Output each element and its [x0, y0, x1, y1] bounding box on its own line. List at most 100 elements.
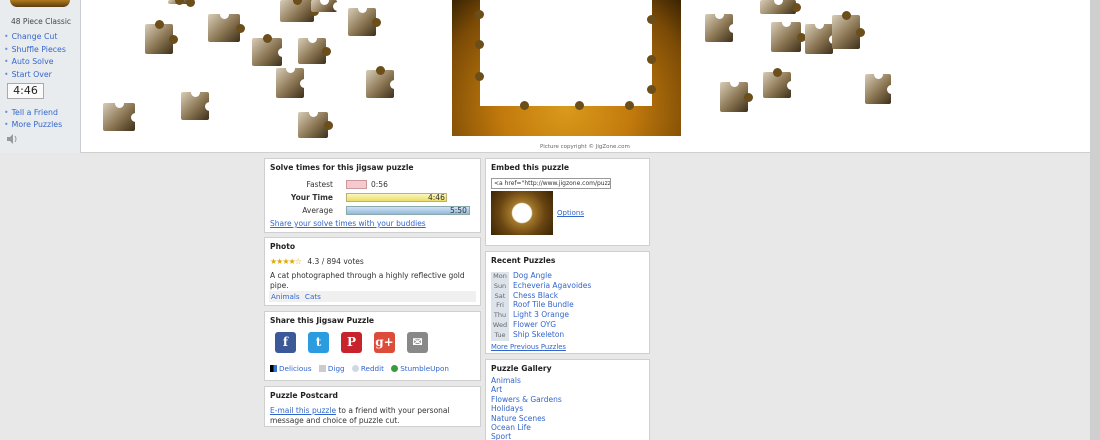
sound-icon[interactable]: [6, 134, 18, 144]
puzzle-piece[interactable]: [760, 0, 801, 14]
auto-solve-link[interactable]: • Auto Solve: [4, 56, 66, 69]
puzzle-piece[interactable]: [763, 68, 796, 98]
puzzle-play-area[interactable]: 48 Piece Classic • Change Cut • Shuffle Pi…: [0, 0, 1090, 153]
recent-puzzle-name: Ship Skeleton: [513, 329, 565, 339]
puzzle-piece[interactable]: [280, 0, 319, 22]
recent-puzzle-item[interactable]: Fri Roof Tile Bundle: [491, 300, 644, 312]
puzzle-piece[interactable]: [805, 20, 838, 54]
tell-a-friend-link[interactable]: • Tell a Friend: [4, 107, 62, 119]
delicious-label: Delicious: [279, 364, 312, 373]
recent-puzzle-item[interactable]: Thu Light 3 Orange: [491, 310, 644, 321]
facebook-icon[interactable]: f: [275, 332, 296, 353]
puzzle-piece[interactable]: [366, 66, 399, 98]
piece-knob: [792, 3, 801, 12]
gallery-category-link[interactable]: Nature Scenes: [491, 414, 644, 423]
more-previous-puzzles-link[interactable]: More Previous Puzzles: [491, 343, 644, 351]
puzzle-piece[interactable]: [252, 34, 287, 66]
share-panel: Share this Jigsaw Puzzle f t Pg+ ✉ Deliciou…: [264, 311, 481, 381]
start-over-link[interactable]: • Start Over: [4, 69, 66, 82]
solve-bar: [346, 180, 367, 189]
puzzle-menu: • Change Cut • Shuffle Pieces • Auto Solve …: [4, 31, 66, 81]
bullet-icon: •: [4, 57, 9, 66]
puzzle-piece[interactable]: [771, 18, 806, 52]
gallery-category-link[interactable]: Ocean Life: [491, 423, 644, 432]
pinterest-icon[interactable]: P: [341, 332, 362, 353]
email-puzzle-link[interactable]: E-mail this puzzle: [270, 406, 336, 415]
puzzle-piece[interactable]: [145, 20, 178, 54]
puzzle-piece[interactable]: [103, 99, 140, 131]
delicious-link[interactable]: Delicious: [270, 364, 312, 373]
tag-cats[interactable]: Cats: [305, 292, 321, 301]
digg-link[interactable]: Digg: [318, 364, 345, 373]
piece-knob: [730, 78, 739, 87]
piece-knob: [390, 80, 399, 89]
digg-label: Digg: [327, 364, 345, 373]
puzzle-piece[interactable]: [865, 70, 896, 104]
recent-puzzle-name: Light 3 Orange: [513, 310, 569, 320]
piece-knob: [322, 47, 331, 56]
postcard-text: E-mail this puzzle to a friend with your…: [270, 406, 475, 426]
rating-stars-icon[interactable]: ★★★★☆: [270, 257, 302, 266]
twitter-icon[interactable]: t: [308, 332, 329, 353]
bullet-icon: •: [4, 69, 9, 79]
recent-puzzle-item[interactable]: Tue Ship Skeleton: [491, 329, 644, 341]
tag-animals[interactable]: Animals: [271, 292, 300, 301]
email-icon[interactable]: ✉: [407, 332, 428, 353]
puzzle-piece[interactable]: [208, 10, 245, 42]
puzzle-piece[interactable]: [832, 11, 865, 49]
recent-list: Mon Dog Angle Sun Echeveria Agavoides Sat Che…: [491, 271, 644, 341]
piece-knob: [186, 0, 195, 7]
puzzle-piece[interactable]: [348, 4, 381, 36]
board-knob: [647, 85, 656, 94]
gallery-category-link[interactable]: Holidays: [491, 404, 644, 413]
bullet-icon: •: [4, 44, 9, 54]
shuffle-pieces-link[interactable]: • Shuffle Pieces: [4, 44, 66, 57]
recent-puzzle-item[interactable]: Wed Flower OYG: [491, 320, 644, 331]
solve-value: 5:50: [450, 206, 467, 215]
puzzle-piece[interactable]: [311, 0, 342, 12]
puzzle-piece[interactable]: [168, 0, 195, 7]
puzzle-piece[interactable]: [276, 64, 309, 98]
recent-puzzle-item[interactable]: Mon Dog Angle: [491, 271, 644, 282]
start-over-label: Start Over: [11, 69, 52, 79]
share-solve-times-link[interactable]: Share your solve times with your buddies: [270, 219, 426, 228]
more-puzzles-link[interactable]: • More Puzzles: [4, 119, 62, 131]
recent-puzzle-item[interactable]: Sat Chess Black: [491, 291, 644, 302]
copyright-note: Picture copyright © JigZone.com: [540, 144, 630, 150]
puzzle-piece[interactable]: [298, 108, 333, 138]
piece-knob: [131, 113, 140, 122]
piece-knob: [155, 20, 164, 29]
puzzle-piece[interactable]: [705, 10, 738, 42]
photo-panel: Photo ★★★★☆ 4.3 / 894 votes A cat photog…: [264, 237, 481, 306]
piece-knob: [358, 4, 367, 13]
puzzle-board[interactable]: [452, 0, 681, 136]
puzzle-piece[interactable]: [720, 78, 753, 112]
photo-description: A cat photographed through a highly refl…: [270, 271, 465, 290]
tell-a-friend-label: Tell a Friend: [11, 108, 58, 117]
piece-knob: [220, 10, 229, 19]
gallery-category-link[interactable]: Sport: [491, 432, 644, 440]
reddit-link[interactable]: Reddit: [351, 364, 384, 373]
change-cut-link[interactable]: • Change Cut: [4, 31, 66, 44]
puzzle-piece[interactable]: [298, 34, 331, 64]
piece-knob: [300, 79, 309, 88]
gallery-title: Puzzle Gallery: [491, 364, 552, 373]
gallery-category-link[interactable]: Flowers & Gardens: [491, 395, 644, 404]
piece-knob: [376, 66, 385, 75]
recent-day: Tue: [491, 330, 509, 341]
board-knob: [647, 15, 656, 24]
page-scrollbar[interactable]: [1090, 0, 1100, 440]
postcard-panel: Puzzle Postcard E-mail this puzzle to a …: [264, 386, 481, 427]
recent-puzzle-item[interactable]: Sun Echeveria Agavoides: [491, 281, 644, 292]
piece-knob: [856, 28, 865, 37]
stumbleupon-link[interactable]: StumbleUpon: [391, 364, 449, 373]
piece-knob: [191, 88, 200, 97]
more-puzzles-label: More Puzzles: [11, 120, 63, 129]
embed-options-link[interactable]: Options: [557, 209, 584, 217]
embed-code-field[interactable]: <a href="http://www.jigzone.com/puzzles: [491, 178, 611, 189]
gallery-category-link[interactable]: Animals: [491, 376, 644, 385]
googleplus-icon[interactable]: g+: [374, 332, 395, 353]
puzzle-gallery-panel: Puzzle Gallery Animals Art Flowers & Garde…: [485, 359, 650, 440]
puzzle-piece[interactable]: [181, 88, 214, 120]
gallery-category-link[interactable]: Art: [491, 385, 644, 394]
